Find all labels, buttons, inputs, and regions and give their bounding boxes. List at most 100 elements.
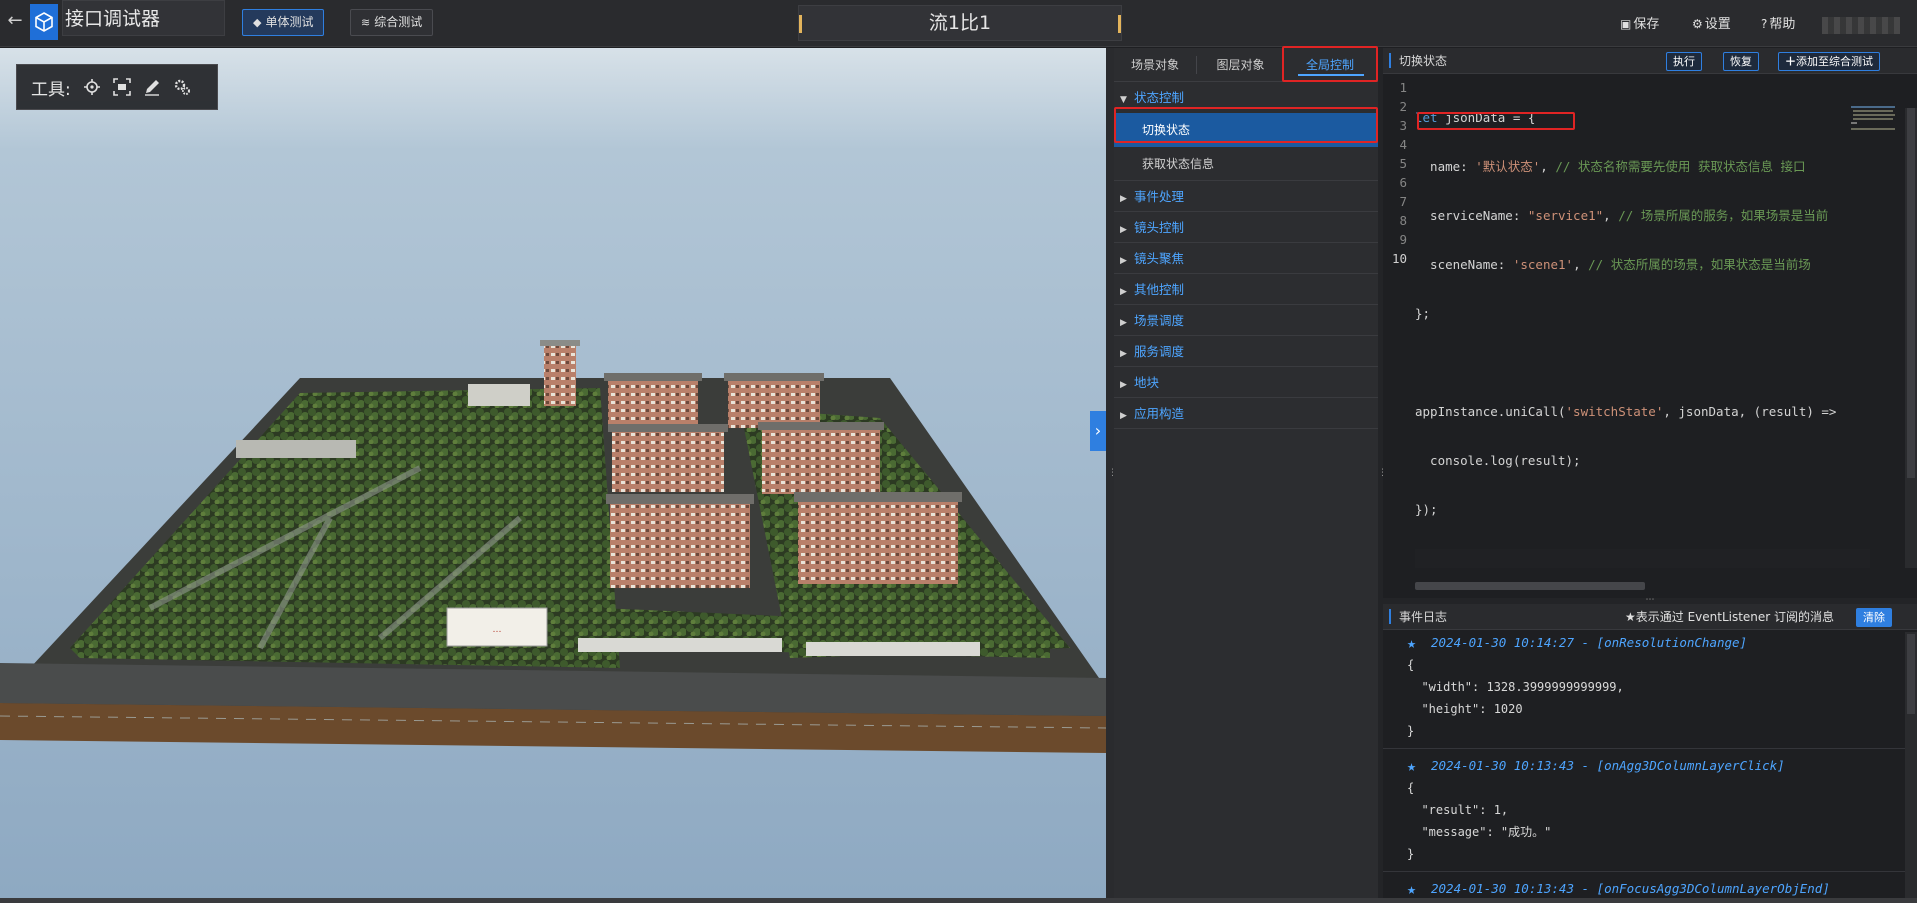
log-header: 事件日志 ★表示通过 EventListener 订阅的消息 清除 bbox=[1383, 604, 1917, 630]
document-title[interactable]: 流1比1 bbox=[798, 5, 1122, 41]
scrollbar-thumb[interactable] bbox=[1907, 634, 1915, 714]
editor-header: 切换状态 执行 恢复 ＋添加至综合测试 bbox=[1383, 48, 1917, 74]
pen-icon[interactable] bbox=[141, 76, 163, 98]
add-label: 添加至综合测试 bbox=[1796, 55, 1873, 68]
run-button[interactable]: 执行 bbox=[1666, 52, 1702, 71]
line-number: 5 bbox=[1399, 156, 1407, 171]
caret-right-icon: ▶ bbox=[1120, 380, 1127, 390]
tree-group-land-parcel[interactable]: ▶ 地块 bbox=[1114, 367, 1378, 398]
code-minimap[interactable] bbox=[1851, 106, 1901, 136]
log-entry: ★ 2024-01-30 10:14:27 - [onResolutionChan… bbox=[1383, 632, 1905, 749]
tree-group-app-construct[interactable]: ▶ 应用构造 bbox=[1114, 398, 1378, 429]
bottom-edge bbox=[0, 898, 1917, 903]
tree-group-scene-dispatch[interactable]: ▶ 场景调度 bbox=[1114, 305, 1378, 336]
app-title: 接口调试器 bbox=[62, 0, 225, 36]
caret-right-icon: ▶ bbox=[1120, 411, 1127, 421]
gear-icon: ⚙ bbox=[1692, 17, 1703, 31]
tree-group-event-handling[interactable]: ▶ 事件处理 bbox=[1114, 181, 1378, 212]
settings-icon[interactable] bbox=[171, 76, 193, 98]
toolbox-label: 工具: bbox=[31, 79, 71, 100]
code-editor-panel: 切换状态 执行 恢复 ＋添加至综合测试 1 2 3 4 5 6 7 8 9 10… bbox=[1383, 48, 1917, 598]
scene-viewport[interactable]: … 工具: › bbox=[0, 48, 1106, 898]
tab-unit-test-label: 单体测试 bbox=[265, 15, 314, 29]
editor-title: 切换状态 bbox=[1399, 54, 1448, 68]
header-accent bbox=[1389, 53, 1391, 68]
tree-group-label: 其他控制 bbox=[1134, 282, 1185, 297]
clear-log-button[interactable]: 清除 bbox=[1856, 608, 1892, 627]
save-icon: ▣ bbox=[1620, 17, 1632, 31]
log-json-line: "message": "成功。" bbox=[1407, 825, 1552, 839]
save-label: 保存 bbox=[1633, 17, 1660, 32]
help-icon: ? bbox=[1761, 17, 1768, 31]
tree-group-label: 镜头控制 bbox=[1134, 220, 1185, 235]
chevron-right-icon[interactable]: › bbox=[1090, 411, 1106, 451]
caret-right-icon: ▶ bbox=[1120, 225, 1127, 235]
log-scrollbar[interactable] bbox=[1905, 632, 1917, 898]
tree-group-camera-control[interactable]: ▶ 镜头控制 bbox=[1114, 212, 1378, 243]
back-arrow-icon[interactable]: ← bbox=[4, 10, 26, 32]
line-number: 9 bbox=[1399, 232, 1407, 247]
log-entry: ★ 2024-01-30 10:13:43 - [onAgg3DColumnLay… bbox=[1383, 755, 1905, 872]
header-accent bbox=[1389, 609, 1391, 624]
tree-group-service-dispatch[interactable]: ▶ 服务调度 bbox=[1114, 336, 1378, 367]
log-entry-title: 2024-01-30 10:13:43 - [onFocusAgg3DColum… bbox=[1431, 881, 1830, 896]
line-number: 6 bbox=[1399, 175, 1407, 190]
plus-icon: ＋ bbox=[1785, 55, 1796, 68]
tab-unit-test[interactable]: ◆ 单体测试 bbox=[242, 9, 325, 36]
star-icon: ★ bbox=[1407, 757, 1417, 775]
tree-group-label: 镜头聚焦 bbox=[1134, 251, 1185, 266]
tree-item-get-state-info[interactable]: 获取状态信息 bbox=[1114, 147, 1378, 181]
city-scene-render[interactable]: … bbox=[0, 48, 1106, 898]
star-icon: ★ bbox=[1407, 880, 1417, 898]
log-entry-header: ★ 2024-01-30 10:13:43 - [onFocusAgg3DColu… bbox=[1383, 878, 1905, 898]
reset-button[interactable]: 恢复 bbox=[1723, 52, 1759, 71]
save-button[interactable]: ▣ 保存 bbox=[1620, 16, 1659, 33]
editor-vertical-scrollbar[interactable] bbox=[1905, 108, 1917, 568]
locate-icon[interactable] bbox=[81, 76, 103, 98]
api-tree-panel: 场景对象 图层对象 全局控制 ▼ 状态控制 切换状态 获取状态信息 ▶ 事件处理 ▶… bbox=[1114, 46, 1378, 898]
caret-right-icon: ▶ bbox=[1120, 287, 1127, 297]
tree-group-label: 状态控制 bbox=[1134, 90, 1185, 105]
editor-horizontal-scrollbar[interactable] bbox=[1415, 582, 1885, 592]
help-label: 帮助 bbox=[1769, 17, 1796, 32]
tab-scene-objects[interactable]: 场景对象 bbox=[1114, 48, 1196, 81]
viewport-splitter[interactable]: ⋮ bbox=[1106, 48, 1117, 898]
tree-group-other-control[interactable]: ▶ 其他控制 bbox=[1114, 274, 1378, 305]
frame-icon[interactable] bbox=[111, 76, 133, 98]
code-editor[interactable]: 1 2 3 4 5 6 7 8 9 10 let jsonData = { na… bbox=[1383, 78, 1917, 578]
cube-icon: ◆ bbox=[253, 16, 262, 29]
scrollbar-thumb[interactable] bbox=[1415, 582, 1645, 590]
scrollbar-thumb[interactable] bbox=[1907, 108, 1915, 478]
settings-button[interactable]: ⚙ 设置 bbox=[1692, 16, 1731, 33]
tree-group-label: 应用构造 bbox=[1134, 406, 1185, 421]
event-log-panel: 事件日志 ★表示通过 EventListener 订阅的消息 清除 ★ 2024-… bbox=[1383, 604, 1917, 898]
caret-right-icon: ▶ bbox=[1120, 256, 1127, 266]
log-entry-header: ★ 2024-01-30 10:13:43 - [onAgg3DColumnLay… bbox=[1383, 755, 1905, 777]
log-entry-title: 2024-01-30 10:14:27 - [onResolutionChang… bbox=[1431, 635, 1748, 650]
caret-right-icon: ▶ bbox=[1120, 194, 1127, 204]
billboard-text: … bbox=[493, 625, 502, 635]
log-json-line: "width": 1328.3999999999999, bbox=[1407, 680, 1624, 694]
tree-group-label: 服务调度 bbox=[1134, 344, 1185, 359]
tree-group-label: 场景调度 bbox=[1134, 313, 1185, 328]
app-logo-icon bbox=[30, 4, 58, 40]
line-number: 2 bbox=[1399, 99, 1407, 114]
toolbox: 工具: bbox=[16, 64, 218, 110]
log-title: 事件日志 bbox=[1399, 610, 1448, 624]
tab-integrated-test[interactable]: ≋ 综合测试 bbox=[350, 9, 434, 36]
tab-layer-objects[interactable]: 图层对象 bbox=[1196, 56, 1284, 74]
line-number: 7 bbox=[1399, 194, 1407, 209]
tree-group-camera-focus[interactable]: ▶ 镜头聚焦 bbox=[1114, 243, 1378, 274]
help-button[interactable]: ? 帮助 bbox=[1761, 16, 1795, 33]
highlight-box bbox=[1282, 46, 1378, 82]
top-bar: ← 接口调试器 ◆ 单体测试 ≋ 综合测试 流1比1 ▣ 保存 ⚙ 设置 ? 帮助 bbox=[0, 0, 1917, 47]
highlight-box bbox=[1114, 107, 1378, 143]
line-number: 3 bbox=[1399, 118, 1407, 133]
tree-group-label: 事件处理 bbox=[1134, 189, 1185, 204]
layers-icon: ≋ bbox=[361, 16, 371, 29]
line-number: 4 bbox=[1399, 137, 1407, 152]
user-avatar[interactable] bbox=[1822, 17, 1900, 34]
log-json-line: { bbox=[1407, 781, 1415, 795]
add-to-integrated-test-button[interactable]: ＋添加至综合测试 bbox=[1778, 52, 1880, 71]
log-list[interactable]: ★ 2024-01-30 10:14:27 - [onResolutionChan… bbox=[1383, 632, 1905, 898]
